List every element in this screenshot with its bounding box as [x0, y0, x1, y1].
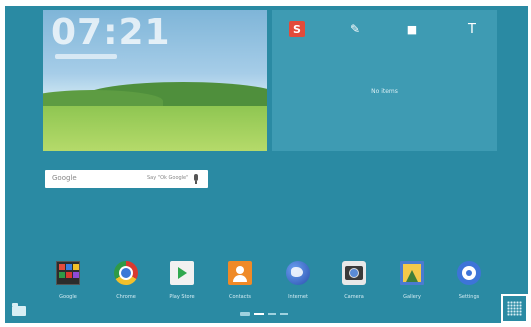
app-settings[interactable]: Settings [451, 261, 487, 305]
folder-icon[interactable] [12, 303, 26, 316]
camera-icon [342, 261, 366, 285]
memo-empty-text: No items [371, 88, 398, 95]
app-chrome[interactable]: Chrome [108, 261, 144, 305]
app-play-store[interactable]: Play Store [164, 261, 200, 305]
camera-icon[interactable]: ■ [404, 21, 420, 37]
google-logo: Google [52, 174, 77, 182]
app-gallery[interactable]: Gallery [394, 261, 430, 305]
app-label: Camera [344, 294, 364, 300]
frame-border-left [0, 0, 5, 327]
internet-icon [286, 261, 310, 285]
app-label: Gallery [403, 294, 421, 300]
app-camera[interactable]: Camera [336, 261, 372, 305]
voice-search-hint: Say "Ok Google" [147, 175, 189, 181]
app-label: Chrome [116, 294, 136, 300]
frame-border-bottom [0, 323, 531, 327]
frame-border-top [0, 0, 531, 6]
page-dot[interactable] [268, 313, 276, 315]
home-page-icon[interactable] [240, 312, 250, 316]
app-label: Internet [288, 294, 308, 300]
settings-icon [457, 261, 481, 285]
clock-photo-widget[interactable]: 07:21 [43, 10, 267, 151]
chrome-icon [114, 261, 138, 285]
apps-grid-icon [507, 301, 522, 316]
page-dot[interactable] [280, 313, 288, 315]
home-screen: 07:21 S ✎ ■ T No items Google Say "Ok Go… [0, 0, 531, 327]
app-label: Settings [458, 294, 480, 300]
google-folder-icon [56, 261, 80, 285]
text-icon[interactable]: T [464, 21, 480, 37]
clock-time: 07:21 [51, 12, 171, 53]
play-store-icon [170, 261, 194, 285]
memo-widget[interactable]: S ✎ ■ T No items [272, 10, 497, 151]
app-internet[interactable]: Internet [280, 261, 316, 305]
app-label: Play Store [169, 294, 195, 300]
s-note-icon[interactable]: S [289, 21, 305, 37]
clock-date [55, 54, 117, 59]
page-indicator[interactable] [240, 311, 288, 317]
mic-icon[interactable] [194, 174, 198, 184]
app-label: Contacts [228, 294, 252, 300]
google-search-bar[interactable]: Google Say "Ok Google" [45, 170, 208, 188]
landscape-field [43, 106, 267, 151]
apps-grid-button[interactable] [501, 294, 528, 323]
app-contacts[interactable]: Contacts [222, 261, 258, 305]
pen-icon[interactable]: ✎ [347, 21, 363, 37]
page-dot-active[interactable] [254, 313, 264, 315]
app-google[interactable]: Google [50, 261, 86, 305]
gallery-icon [400, 261, 424, 285]
app-label: Google [59, 294, 77, 300]
contacts-icon [228, 261, 252, 285]
